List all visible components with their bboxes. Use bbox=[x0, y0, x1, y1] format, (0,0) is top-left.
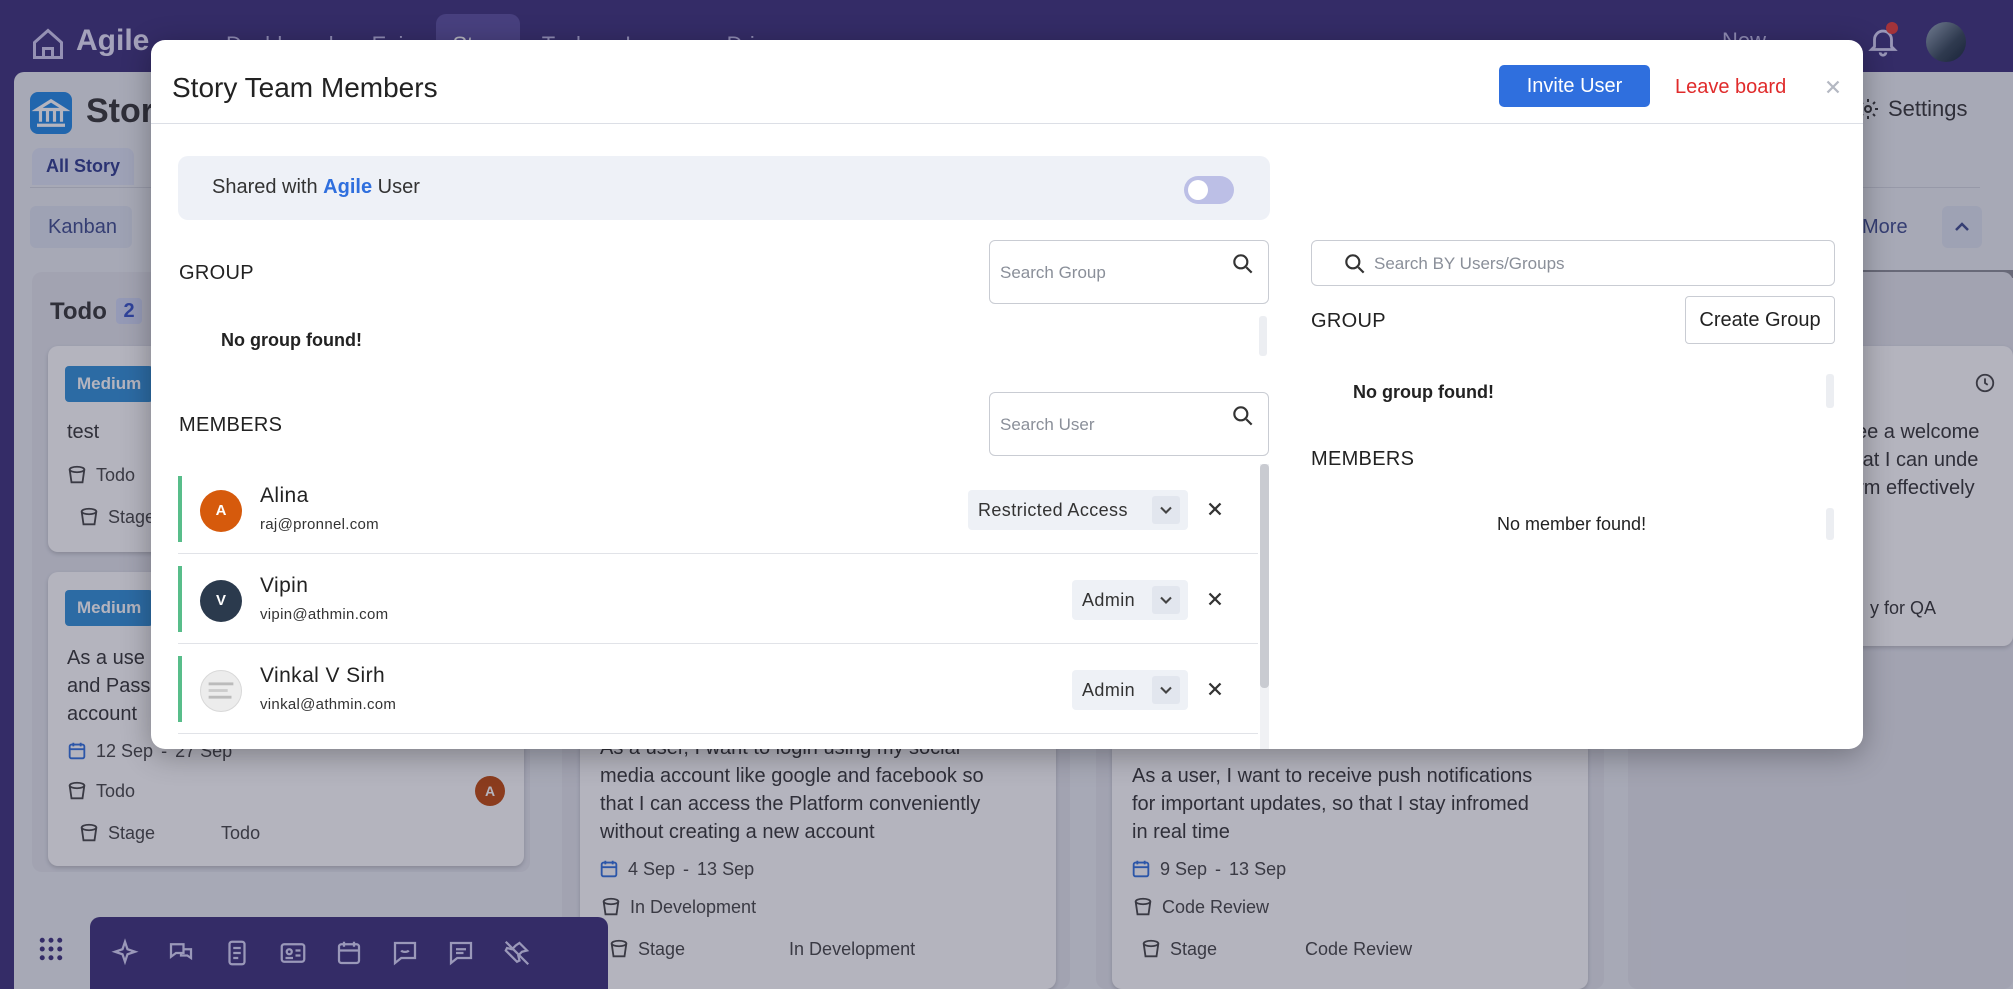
no-member-message: No member found! bbox=[1497, 514, 1647, 534]
user-group-search bbox=[1311, 240, 1835, 286]
scrollbar-thumb[interactable] bbox=[1260, 464, 1269, 688]
shared-with-panel: Shared with Agile User bbox=[178, 156, 1270, 220]
role-value: Admin bbox=[1082, 680, 1136, 700]
group-search bbox=[989, 240, 1269, 304]
shared-prefix: Shared with bbox=[212, 176, 324, 198]
team-members-modal: Story Team Members Invite User Leave boa… bbox=[151, 40, 1863, 749]
members-list: A Alina raj@pronnel.com Restricted Acces… bbox=[178, 464, 1270, 749]
member-search bbox=[989, 392, 1269, 456]
role-dropdown-toggle[interactable] bbox=[1152, 496, 1180, 524]
role-value: Admin bbox=[1082, 590, 1136, 610]
share-toggle[interactable] bbox=[1184, 176, 1234, 204]
members-section-label: MEMBERS bbox=[179, 414, 283, 436]
member-avatar bbox=[200, 670, 242, 712]
toggle-knob bbox=[1188, 180, 1208, 200]
member-avatar: V bbox=[200, 580, 242, 622]
right-members-scrollbar[interactable] bbox=[1826, 508, 1834, 540]
close-icon[interactable] bbox=[1822, 76, 1844, 98]
role-dropdown-toggle[interactable] bbox=[1152, 586, 1180, 614]
role-dropdown-toggle[interactable] bbox=[1152, 676, 1180, 704]
member-avatar: A bbox=[200, 490, 242, 532]
role-select[interactable]: Admin bbox=[1072, 580, 1188, 620]
member-name: Vinkal V Sirh bbox=[260, 664, 386, 687]
remove-member-icon[interactable] bbox=[1204, 678, 1226, 700]
create-group-button[interactable]: Create Group bbox=[1685, 296, 1835, 344]
group-section-label: GROUP bbox=[179, 262, 254, 284]
member-name: Alina bbox=[260, 484, 309, 507]
member-email: raj@pronnel.com bbox=[260, 516, 379, 533]
right-members-label: MEMBERS bbox=[1311, 448, 1415, 470]
invite-user-button[interactable]: Invite User bbox=[1499, 65, 1650, 107]
search-icon[interactable] bbox=[1230, 403, 1256, 429]
modal-header: Story Team Members Invite User Leave boa… bbox=[151, 40, 1863, 124]
right-group-label: GROUP bbox=[1311, 310, 1386, 332]
right-no-group-message: No group found! bbox=[1353, 382, 1494, 402]
remove-member-icon[interactable] bbox=[1204, 588, 1226, 610]
no-group-message: No group found! bbox=[221, 330, 362, 350]
chevron-down-icon bbox=[1160, 596, 1172, 604]
member-search-input[interactable] bbox=[1000, 413, 1220, 437]
member-row: A Alina raj@pronnel.com Restricted Acces… bbox=[178, 464, 1258, 554]
member-email: vinkal@athmin.com bbox=[260, 696, 397, 713]
row-accent bbox=[178, 566, 182, 632]
row-accent bbox=[178, 656, 182, 722]
modal-title: Story Team Members bbox=[172, 72, 438, 103]
group-search-input[interactable] bbox=[1000, 261, 1220, 285]
search-icon[interactable] bbox=[1230, 251, 1256, 277]
chevron-down-icon bbox=[1160, 686, 1172, 694]
chevron-down-icon bbox=[1160, 506, 1172, 514]
shared-suffix: User bbox=[372, 176, 420, 198]
group-scrollbar[interactable] bbox=[1259, 316, 1267, 356]
photo-avatar-icon bbox=[208, 682, 234, 699]
shared-highlight: Agile bbox=[323, 176, 373, 198]
remove-member-icon[interactable] bbox=[1204, 498, 1226, 520]
leave-board-link[interactable]: Leave board bbox=[1675, 76, 1786, 99]
row-accent bbox=[178, 476, 182, 542]
user-group-search-input[interactable] bbox=[1374, 252, 1814, 276]
member-email: vipin@athmin.com bbox=[260, 606, 389, 623]
shared-with-text: Shared with Agile User bbox=[212, 176, 420, 199]
member-row: V Vipin vipin@athmin.com Admin bbox=[178, 554, 1258, 644]
members-scrollbar[interactable] bbox=[1260, 464, 1269, 749]
role-value: Restricted Access bbox=[978, 500, 1128, 520]
member-name: Vipin bbox=[260, 574, 309, 597]
member-row: Vinkal V Sirh vinkal@athmin.com Admin bbox=[178, 644, 1258, 734]
search-icon[interactable] bbox=[1342, 251, 1368, 277]
right-group-scrollbar[interactable] bbox=[1826, 374, 1834, 408]
role-select[interactable]: Admin bbox=[1072, 670, 1188, 710]
role-select[interactable]: Restricted Access bbox=[968, 490, 1188, 530]
